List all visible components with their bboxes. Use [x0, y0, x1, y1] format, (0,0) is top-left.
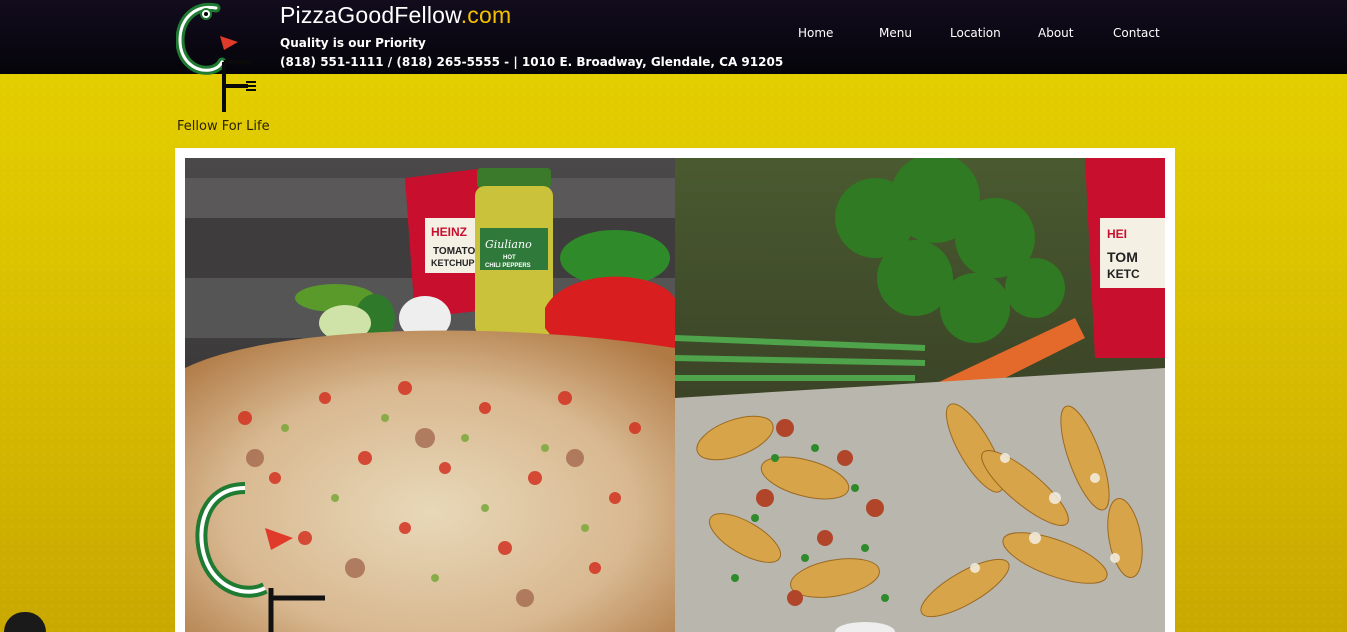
jar-badge-text: HOT — [503, 255, 516, 261]
pizza-photo: HEINZ TOMATO KETCHUP Giuliano HOT CHILI … — [185, 158, 675, 632]
ketchup-brand-text: HEINZ — [431, 225, 467, 239]
jar-brand-text: Giuliano — [485, 238, 532, 251]
badge-logo-icon[interactable] — [4, 612, 46, 632]
right-ketchup-word1-text: TOM — [1107, 249, 1138, 265]
tagline: Quality is our Priority — [280, 36, 426, 50]
right-ketchup-word2-text: KETC — [1107, 267, 1140, 281]
brand-tld: .com — [460, 2, 512, 28]
site-brand[interactable]: PizzaGoodFellow.com — [280, 2, 511, 29]
right-ketchup-brand-text: HEI — [1107, 227, 1127, 241]
nav-contact[interactable]: Contact — [1113, 26, 1160, 40]
slogan: Fellow For Life — [177, 119, 270, 134]
gf-fork-logo-icon[interactable] — [176, 0, 258, 118]
nav-about[interactable]: About — [1038, 26, 1073, 40]
main-nav: Home Menu Location About Contact — [780, 26, 1170, 46]
nav-menu[interactable]: Menu — [879, 26, 912, 40]
fries-photo: HEI TOM KETC — [675, 158, 1165, 632]
contact-info: (818) 551-1111 / (818) 265-5555 - | 1010… — [280, 55, 784, 69]
nav-home[interactable]: Home — [798, 26, 833, 40]
brand-name: PizzaGoodFellow — [280, 2, 461, 28]
ketchup-word1-text: TOMATO — [433, 246, 475, 257]
jar-label-text: CHILI PEPPERS — [485, 263, 531, 269]
gallery-frame: HEINZ TOMATO KETCHUP Giuliano HOT CHILI … — [175, 148, 1175, 632]
nav-location[interactable]: Location — [950, 26, 1001, 40]
ketchup-word2-text: KETCHUP — [431, 258, 475, 268]
